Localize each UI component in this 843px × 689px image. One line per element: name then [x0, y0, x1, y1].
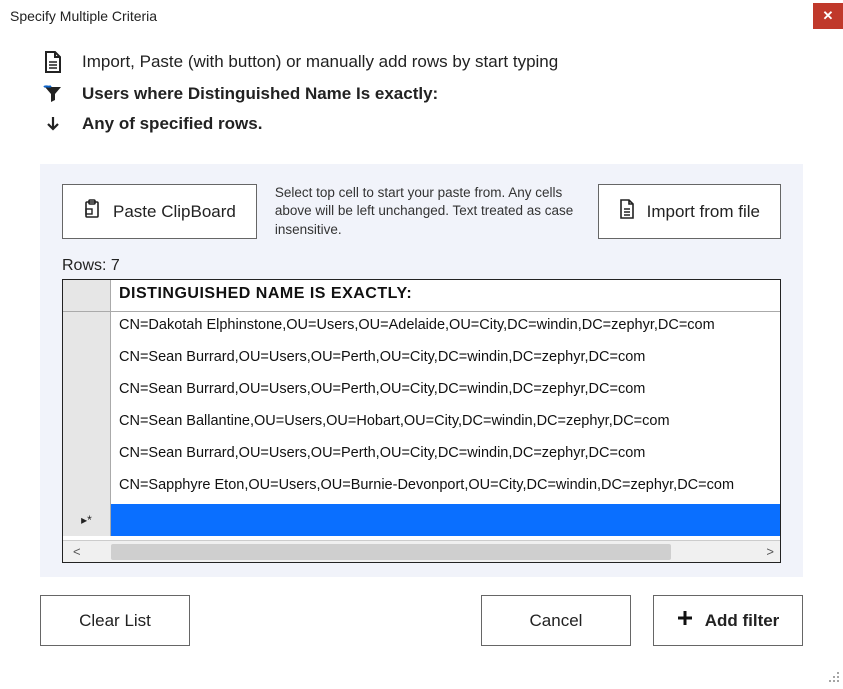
resize-grip[interactable]: [827, 670, 841, 684]
main-panel: Paste ClipBoard Select top cell to start…: [40, 164, 803, 577]
arrow-down-icon: [40, 116, 66, 132]
dn-cell[interactable]: CN=Sapphyre Eton,OU=Users,OU=Burnie-Devo…: [111, 472, 780, 504]
table-row[interactable]: CN=Sean Burrard,OU=Users,OU=Perth,OU=Cit…: [63, 344, 780, 376]
clipboard-icon: [83, 199, 101, 224]
grid-header-row: DISTINGUISHED NAME IS EXACTLY:: [63, 280, 780, 312]
toolbar: Paste ClipBoard Select top cell to start…: [62, 184, 781, 239]
add-filter-button[interactable]: Add filter: [653, 595, 803, 646]
row-count-label: Rows: 7: [62, 257, 781, 275]
table-row[interactable]: CN=Dakotah Elphinstone,OU=Users,OU=Adela…: [63, 312, 780, 344]
footer-spacer: [212, 595, 459, 646]
header-block: Import, Paste (with button) or manually …: [0, 32, 843, 152]
dn-cell[interactable]: CN=Sean Burrard,OU=Users,OU=Perth,OU=Cit…: [111, 440, 780, 472]
table-row[interactable]: CN=Sean Burrard,OU=Users,OU=Perth,OU=Cit…: [63, 440, 780, 472]
row-header-cell[interactable]: [63, 312, 111, 344]
grid-corner-cell[interactable]: [63, 280, 111, 311]
paste-hint-text: Select top cell to start your paste from…: [275, 184, 580, 239]
import-button-label: Import from file: [647, 202, 760, 222]
scroll-left-icon[interactable]: <: [73, 544, 81, 559]
document-icon: [40, 50, 66, 74]
header-row-instruction: Import, Paste (with button) or manually …: [40, 50, 803, 74]
row-header-cell[interactable]: [63, 344, 111, 376]
new-row-marker[interactable]: ▸*: [63, 504, 111, 536]
header-criteria-text: Users where Distinguished Name Is exactl…: [82, 84, 438, 104]
paste-button-label: Paste ClipBoard: [113, 202, 236, 222]
clear-list-label: Clear List: [79, 611, 151, 631]
titlebar: Specify Multiple Criteria ✕: [0, 0, 843, 32]
row-header-cell[interactable]: [63, 408, 111, 440]
data-grid[interactable]: DISTINGUISHED NAME IS EXACTLY: CN=Dakota…: [62, 279, 781, 563]
column-header[interactable]: DISTINGUISHED NAME IS EXACTLY:: [111, 280, 780, 311]
cancel-button[interactable]: Cancel: [481, 595, 631, 646]
row-header-cell[interactable]: [63, 472, 111, 504]
new-row[interactable]: ▸*: [63, 504, 780, 536]
header-instruction-text: Import, Paste (with button) or manually …: [82, 52, 558, 72]
paste-clipboard-button[interactable]: Paste ClipBoard: [62, 184, 257, 239]
table-row[interactable]: CN=Sean Ballantine,OU=Users,OU=Hobart,OU…: [63, 408, 780, 440]
scrollbar-thumb[interactable]: [111, 544, 671, 560]
row-header-cell[interactable]: [63, 440, 111, 472]
header-row-criteria: Users where Distinguished Name Is exactl…: [40, 84, 803, 104]
table-row[interactable]: CN=Sapphyre Eton,OU=Users,OU=Burnie-Devo…: [63, 472, 780, 504]
window-title: Specify Multiple Criteria: [10, 8, 157, 24]
new-row-cell[interactable]: [111, 504, 780, 536]
dn-cell[interactable]: CN=Sean Ballantine,OU=Users,OU=Hobart,OU…: [111, 408, 780, 440]
plus-icon: [677, 610, 693, 631]
horizontal-scrollbar[interactable]: < >: [63, 540, 780, 562]
close-icon: ✕: [823, 8, 834, 24]
cancel-label: Cancel: [530, 611, 583, 631]
table-row[interactable]: CN=Sean Burrard,OU=Users,OU=Perth,OU=Cit…: [63, 376, 780, 408]
import-file-button[interactable]: Import from file: [598, 184, 781, 239]
dn-cell[interactable]: CN=Dakotah Elphinstone,OU=Users,OU=Adela…: [111, 312, 780, 344]
grid-body: CN=Dakotah Elphinstone,OU=Users,OU=Adela…: [63, 312, 780, 540]
file-icon: [619, 199, 635, 224]
add-filter-label: Add filter: [705, 611, 780, 631]
filter-icon: [40, 85, 66, 103]
clear-list-button[interactable]: Clear List: [40, 595, 190, 646]
row-header-cell[interactable]: [63, 376, 111, 408]
scroll-right-icon[interactable]: >: [766, 544, 774, 559]
header-scope-text: Any of specified rows.: [82, 114, 262, 134]
dn-cell[interactable]: CN=Sean Burrard,OU=Users,OU=Perth,OU=Cit…: [111, 344, 780, 376]
footer: Clear List Cancel Add filter: [40, 595, 803, 646]
close-button[interactable]: ✕: [813, 3, 843, 29]
dn-cell[interactable]: CN=Sean Burrard,OU=Users,OU=Perth,OU=Cit…: [111, 376, 780, 408]
header-row-scope: Any of specified rows.: [40, 114, 803, 134]
